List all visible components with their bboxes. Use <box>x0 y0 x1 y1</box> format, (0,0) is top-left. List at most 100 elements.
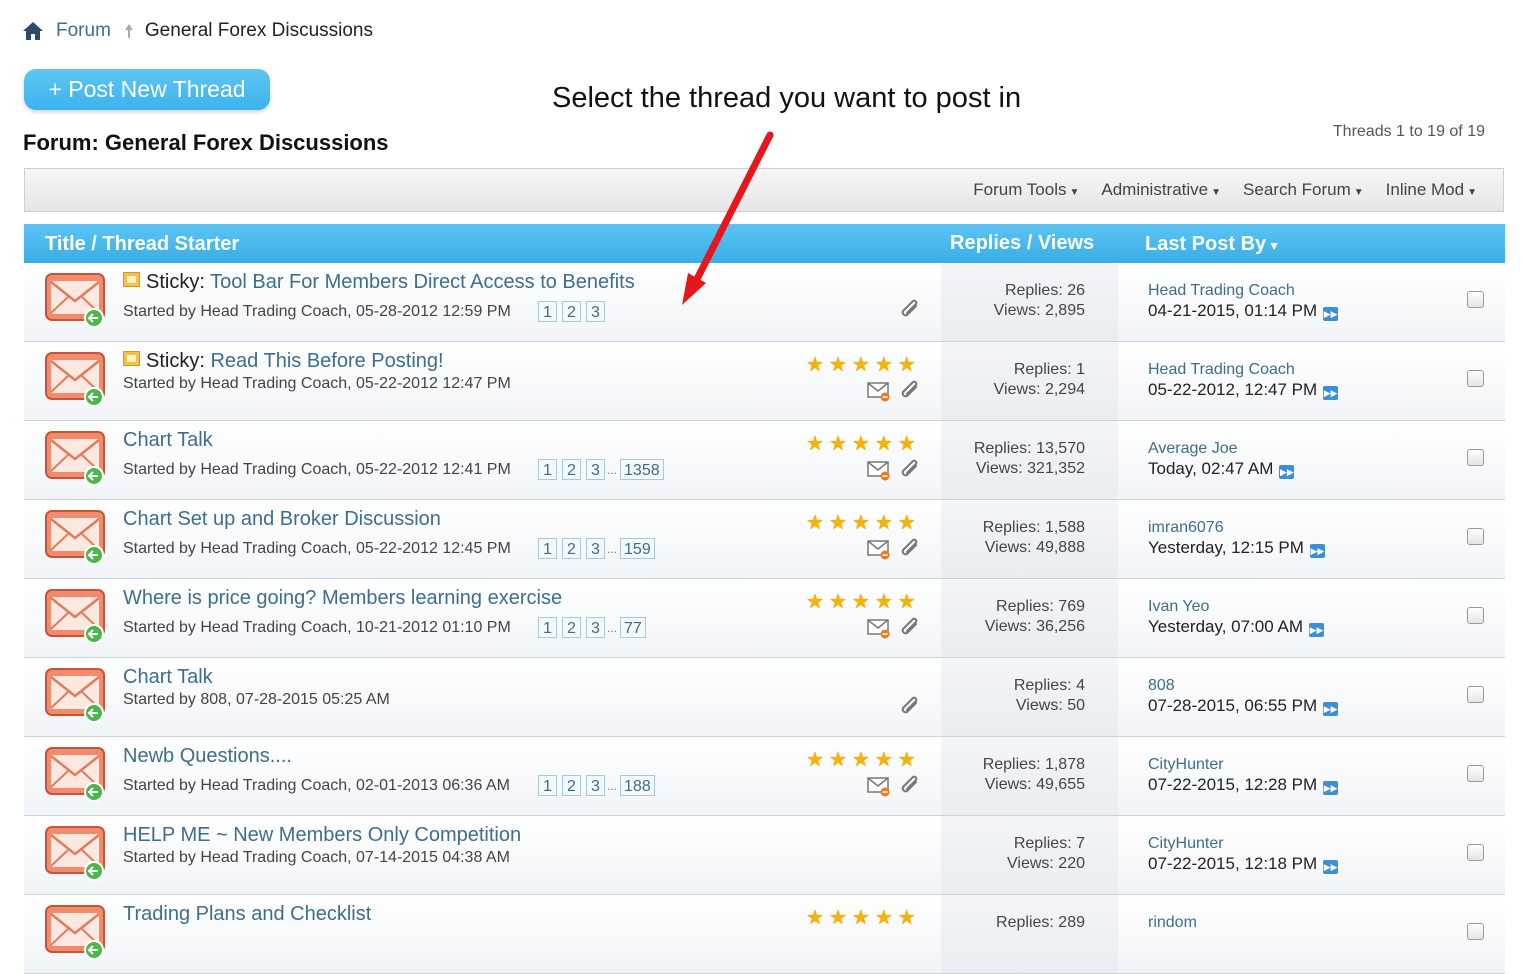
go-to-last-post-icon[interactable]: ▶▶ <box>1323 860 1339 874</box>
last-page-link[interactable]: 77 <box>620 617 646 638</box>
page-link[interactable]: 3 <box>586 459 605 480</box>
go-to-last-post-icon[interactable]: ▶▶ <box>1309 623 1324 637</box>
administrative-menu[interactable]: Administrative ▼ <box>1101 180 1221 200</box>
attachment-icon[interactable] <box>899 616 923 640</box>
last-post-info: Head Trading Coach 04-21-2015, 01:14 PM ▶▶ <box>1148 281 1339 322</box>
star-icon: ★ <box>874 512 893 534</box>
page-title: Forum: General Forex Discussions <box>23 130 389 155</box>
forum-tools-menu[interactable]: Forum Tools ▼ <box>973 180 1079 200</box>
last-post-date: 07-22-2015, 12:18 PM <box>1148 854 1318 873</box>
thread-select-checkbox[interactable] <box>1467 449 1484 466</box>
thread-title-link[interactable]: Where is price going? Members learning e… <box>123 587 562 609</box>
last-post-user-link[interactable]: Average Joe <box>1148 439 1294 459</box>
thread-select-checkbox[interactable] <box>1467 528 1484 545</box>
page-link[interactable]: 1 <box>538 301 557 322</box>
post-new-thread-button[interactable]: + Post New Thread <box>24 69 270 110</box>
last-post-user-link[interactable]: rindom <box>1148 913 1197 933</box>
thread-prefix: Sticky: <box>146 271 205 293</box>
page-link[interactable]: 1 <box>538 459 557 480</box>
thread-select-checkbox[interactable] <box>1467 844 1484 861</box>
last-page-link[interactable]: 1358 <box>620 459 664 480</box>
thread-starter: Started by Head Trading Coach, 07-14-201… <box>123 849 510 866</box>
attachment-icon[interactable] <box>899 458 923 482</box>
attachment-icon[interactable] <box>899 774 923 798</box>
caret-down-icon: ▼ <box>1467 187 1477 198</box>
go-to-last-post-icon[interactable]: ▶▶ <box>1323 386 1339 400</box>
sort-replies-header[interactable]: Replies / Views <box>950 232 1094 255</box>
page-link[interactable]: 1 <box>538 538 557 559</box>
thread-row: HELP ME ~ New Members Only Competition St… <box>24 816 1505 895</box>
last-post-user-link[interactable]: Ivan Yeo <box>1148 597 1324 617</box>
sort-title-header[interactable]: Title / Thread Starter <box>45 233 239 256</box>
breadcrumb-current: General Forex Discussions <box>144 20 373 41</box>
thread-stats: Replies: 1,588 Views: 49,888 <box>941 518 1085 558</box>
thread-select-checkbox[interactable] <box>1467 370 1484 387</box>
thread-title-link[interactable]: Tool Bar For Members Direct Access to Be… <box>210 271 635 293</box>
attachment-icon[interactable] <box>899 695 923 719</box>
last-post-user-link[interactable]: Head Trading Coach <box>1148 360 1338 380</box>
page-link[interactable]: 3 <box>586 538 605 559</box>
last-post-info: Ivan Yeo Yesterday, 07:00 AM ▶▶ <box>1148 597 1324 638</box>
last-post-date: 04-21-2015, 01:14 PM <box>1148 301 1318 320</box>
thread-select-checkbox[interactable] <box>1467 291 1484 308</box>
thread-title-link[interactable]: Chart Set up and Broker Discussion <box>123 508 441 530</box>
inline-mod-menu[interactable]: Inline Mod ▼ <box>1386 180 1477 200</box>
thread-title-line: Trading Plans and Checklist <box>123 903 371 926</box>
thread-title-link[interactable]: HELP ME ~ New Members Only Competition <box>123 824 521 846</box>
stats-column-bg <box>941 895 1118 973</box>
thread-select-checkbox[interactable] <box>1467 686 1484 703</box>
thread-select-checkbox[interactable] <box>1467 607 1484 624</box>
replies-count: Replies: 1,878 <box>982 756 1085 773</box>
search-forum-menu[interactable]: Search Forum ▼ <box>1243 180 1364 200</box>
breadcrumb-forum-link[interactable]: Forum <box>56 20 111 42</box>
home-icon[interactable] <box>22 20 44 42</box>
thread-title-link[interactable]: Trading Plans and Checklist <box>123 903 371 925</box>
page-link[interactable]: 2 <box>562 538 581 559</box>
thread-title-link[interactable]: Newb Questions.... <box>123 745 292 767</box>
last-page-link[interactable]: 188 <box>620 775 655 796</box>
go-to-last-post-icon[interactable]: ▶▶ <box>1323 307 1339 321</box>
page-link[interactable]: 1 <box>538 775 557 796</box>
thread-title-link[interactable]: Chart Talk <box>123 429 213 451</box>
attachment-icon[interactable] <box>899 379 923 403</box>
page-link[interactable]: 2 <box>562 775 581 796</box>
go-to-last-post-icon[interactable]: ▶▶ <box>1323 702 1339 716</box>
attachment-icon[interactable] <box>899 298 923 322</box>
caret-down-icon: ▼ <box>1211 187 1222 198</box>
thread-title-link[interactable]: Chart Talk <box>123 666 213 688</box>
page-links: 1 2 3... 159 <box>538 538 660 559</box>
page-link[interactable]: 3 <box>586 301 605 322</box>
last-post-user-link[interactable]: 808 <box>1148 676 1338 696</box>
page-link[interactable]: 3 <box>586 775 605 796</box>
last-post-date: Yesterday, 07:00 AM <box>1148 617 1303 636</box>
thread-select-checkbox[interactable] <box>1467 765 1484 782</box>
attachment-icon[interactable] <box>899 537 923 561</box>
page-link[interactable]: 2 <box>562 617 581 638</box>
thread-row: Newb Questions.... Started by Head Tradin… <box>24 737 1505 816</box>
moderated-mail-icon <box>867 459 891 481</box>
star-icon: ★ <box>828 749 847 771</box>
go-to-last-post-icon[interactable]: ▶▶ <box>1323 781 1339 795</box>
page-ellipsis: ... <box>607 620 618 635</box>
thread-title-line: Sticky: Read This Before Posting! <box>123 350 444 373</box>
last-page-link[interactable]: 159 <box>620 538 655 559</box>
last-post-user-link[interactable]: CityHunter <box>1148 755 1338 775</box>
star-icon: ★ <box>806 907 824 929</box>
last-post-user-link[interactable]: imran6076 <box>1148 518 1325 538</box>
last-post-info: Head Trading Coach 05-22-2012, 12:47 PM ▶▶ <box>1148 360 1339 401</box>
page-link[interactable]: 3 <box>586 617 605 638</box>
last-post-user-link[interactable]: CityHunter <box>1148 834 1338 854</box>
go-to-last-post-icon[interactable]: ▶▶ <box>1309 544 1325 558</box>
sort-lastpost-header[interactable]: Last Post By ▼ <box>1145 233 1280 256</box>
replies-count: Replies: 26 <box>1004 282 1085 299</box>
page-link[interactable]: 1 <box>538 617 557 638</box>
star-icon: ★ <box>874 907 893 929</box>
moderated-mail-icon <box>867 775 891 797</box>
views-count: Views: 220 <box>1007 855 1085 872</box>
last-post-user-link[interactable]: Head Trading Coach <box>1148 281 1338 301</box>
page-link[interactable]: 2 <box>562 459 581 480</box>
go-to-last-post-icon[interactable]: ▶▶ <box>1279 465 1295 479</box>
page-link[interactable]: 2 <box>562 301 581 322</box>
thread-row: Where is price going? Members learning e… <box>24 579 1505 658</box>
thread-title-link[interactable]: Read This Before Posting! <box>210 350 443 372</box>
